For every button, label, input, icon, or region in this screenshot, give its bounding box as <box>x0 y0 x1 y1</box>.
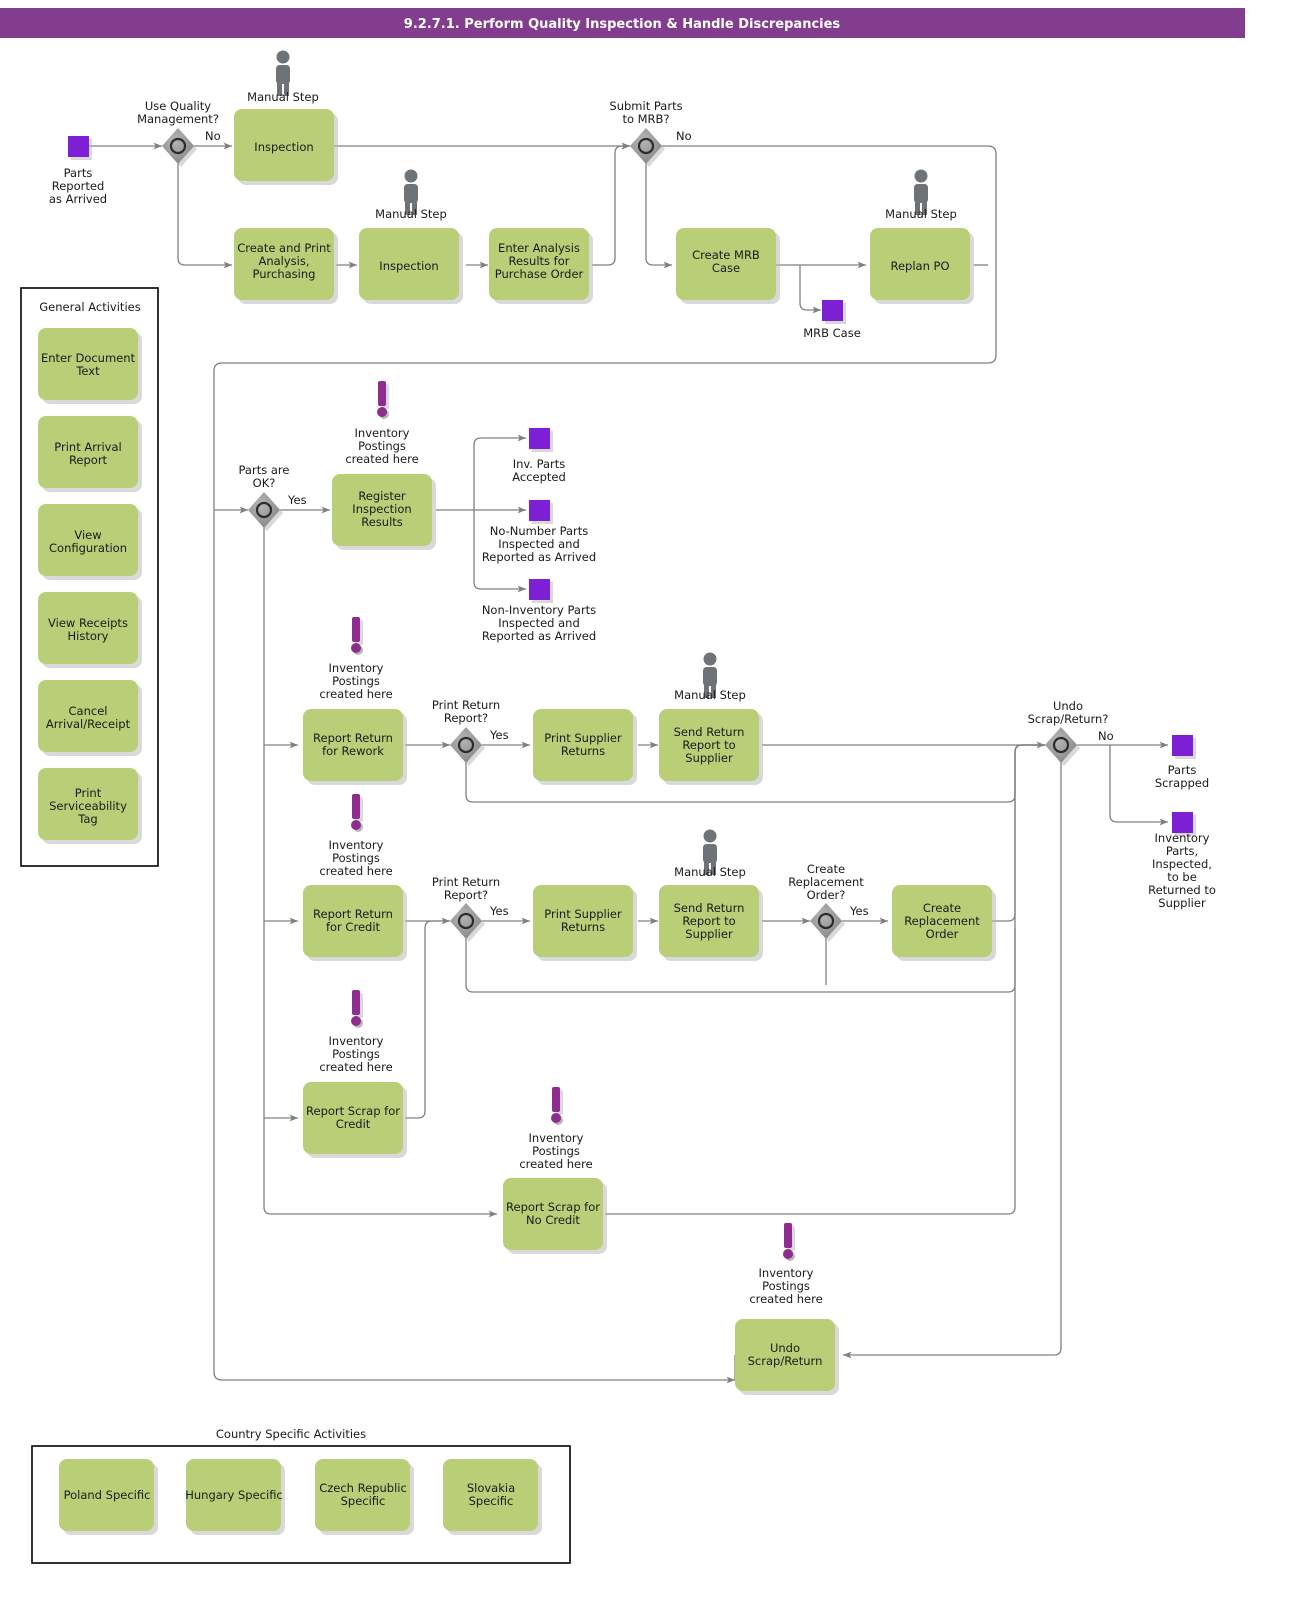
gateway-branch-label: Yes <box>849 904 869 918</box>
title-bar: 9.2.7.1. Perform Quality Inspection & Ha… <box>0 8 1245 38</box>
task-print-supplier-returns-1[interactable]: Print Supplier Returns <box>533 709 637 785</box>
manual-step-actor-icon-2: Manual Step <box>375 169 447 221</box>
task-send-return-report-to-supplier-1[interactable]: Send Return Report to Supplier <box>659 709 763 785</box>
task-report-scrap-for-credit[interactable]: Report Scrap for Credit <box>303 1082 407 1158</box>
task-replan-po[interactable]: Replan PO <box>870 228 974 304</box>
annotation-inventory-postings-4: Inventory Postings created here <box>319 990 393 1074</box>
gateway-label: Use Quality Management? <box>137 99 219 126</box>
task-label: Slovakia Specific <box>467 1481 515 1508</box>
task-report-return-for-rework[interactable]: Report Return for Rework <box>303 709 407 785</box>
task-create-and-print-analysis[interactable]: Create and Print Analysis, Purchasing <box>234 228 338 304</box>
manual-step-label: Manual Step <box>674 865 746 879</box>
task-label: Hungary Specific <box>185 1488 283 1502</box>
event-inv-parts-accepted[interactable]: Inv. Parts Accepted <box>512 428 566 484</box>
diagram-canvas: 9.2.7.1. Perform Quality Inspection & Ha… <box>0 0 1299 1600</box>
annotation-label: Inventory Postings created here <box>319 661 392 701</box>
manual-step-label: Manual Step <box>375 207 447 221</box>
gateway-label: Submit Parts to MRB? <box>609 99 682 126</box>
task-poland-specific[interactable]: Poland Specific <box>59 1459 158 1535</box>
task-cancel-arrival-receipt[interactable]: Cancel Arrival/Receipt <box>38 680 142 756</box>
group-title: General Activities <box>39 300 140 314</box>
event-label: Inv. Parts Accepted <box>512 457 566 484</box>
manual-step-label: Manual Step <box>247 90 319 104</box>
task-create-replacement-order[interactable]: Create Replacement Order <box>892 885 996 961</box>
annotation-inventory-postings-3: Inventory Postings created here <box>319 794 393 878</box>
event-label: No-Number Parts Inspected and Reported as … <box>482 524 596 564</box>
annotation-inventory-postings-5: Inventory Postings created here <box>519 1087 593 1171</box>
task-label: Inspection <box>379 259 438 273</box>
gateway-label: Print Return Report? <box>432 698 500 725</box>
annotation-inventory-postings-2: Inventory Postings created here <box>319 617 393 701</box>
manual-step-actor-icon-3: Manual Step <box>885 169 957 221</box>
annotation-label: Inventory Postings created here <box>749 1266 822 1306</box>
task-report-scrap-for-no-credit[interactable]: Report Scrap for No Credit <box>503 1178 607 1254</box>
gateway-branch-label: Yes <box>489 728 509 742</box>
page-title: 9.2.7.1. Perform Quality Inspection & Ha… <box>404 17 841 32</box>
gateway-branch-label: No <box>205 129 221 143</box>
task-print-arrival-report[interactable]: Print Arrival Report <box>38 416 142 492</box>
task-view-configuration[interactable]: View Configuration <box>38 504 142 580</box>
task-register-inspection-results[interactable]: Register Inspection Results <box>332 474 436 550</box>
task-label: Poland Specific <box>64 1488 151 1502</box>
gateway-label: Print Return Report? <box>432 875 500 902</box>
gateway-branch-label: No <box>1098 729 1114 743</box>
task-hungary-specific[interactable]: Hungary Specific <box>185 1459 285 1535</box>
task-label: Report Return for Rework <box>313 731 393 758</box>
annotation-label: Inventory Postings created here <box>519 1131 592 1171</box>
annotation-inventory-postings-1: Inventory Postings created here <box>345 381 419 466</box>
gateway-create-replacement-order[interactable]: Create Replacement Order? Yes <box>788 862 869 942</box>
annotation-label: Inventory Postings created here <box>345 426 418 466</box>
task-undo-scrap-return[interactable]: Undo Scrap/Return <box>735 1319 839 1395</box>
task-print-supplier-returns-2[interactable]: Print Supplier Returns <box>533 885 637 961</box>
gateway-parts-are-ok[interactable]: Parts are OK? Yes <box>239 463 307 531</box>
task-create-mrb-case[interactable]: Create MRB Case <box>676 228 780 304</box>
manual-step-actor-icon-5: Manual Step <box>674 829 746 879</box>
manual-step-label: Manual Step <box>674 688 746 702</box>
gateway-branch-label: Yes <box>489 904 509 918</box>
task-report-return-for-credit[interactable]: Report Return for Credit <box>303 885 407 961</box>
gateway-label: Undo Scrap/Return? <box>1028 699 1109 726</box>
manual-step-actor-icon-1: Manual Step <box>247 50 319 104</box>
gateway-print-return-report-rework[interactable]: Print Return Report? Yes <box>432 698 509 766</box>
event-parts-scrapped[interactable]: Parts Scrapped <box>1155 735 1209 790</box>
task-inspection-2[interactable]: Inspection <box>359 228 463 304</box>
event-label: Parts Reported as Arrived <box>49 166 107 206</box>
gateway-label: Create Replacement Order? <box>788 862 864 902</box>
task-print-serviceability-tag[interactable]: Print Serviceability Tag <box>38 768 142 844</box>
event-label: Inventory Parts, Inspected, to be Returned t… <box>1148 831 1216 910</box>
gateway-label: Parts are OK? <box>239 463 290 490</box>
group-title: Country Specific Activities <box>216 1427 366 1441</box>
task-view-receipts-history[interactable]: View Receipts History <box>38 592 142 668</box>
manual-step-label: Manual Step <box>885 207 957 221</box>
task-slovakia-specific[interactable]: Slovakia Specific <box>443 1459 542 1535</box>
event-mrb-case[interactable]: MRB Case <box>803 300 861 340</box>
task-inspection-1[interactable]: Inspection <box>234 109 338 185</box>
gateway-use-quality-management[interactable]: Use Quality Management? No <box>137 99 221 167</box>
task-czech-republic-specific[interactable]: Czech Republic Specific <box>315 1459 414 1535</box>
gateway-branch-label: No <box>676 129 692 143</box>
event-label: Non-Inventory Parts Inspected and Reported… <box>482 603 596 643</box>
event-label: Parts Scrapped <box>1155 763 1209 790</box>
task-enter-analysis-results[interactable]: Enter Analysis Results for Purchase Order <box>489 228 593 304</box>
annotation-inventory-postings-6: Inventory Postings created here <box>749 1223 823 1306</box>
task-enter-document-text[interactable]: Enter Document Text <box>38 328 142 404</box>
gateway-branch-label: Yes <box>287 493 307 507</box>
annotation-label: Inventory Postings created here <box>319 838 392 878</box>
task-label: Inspection <box>254 140 313 154</box>
event-label: MRB Case <box>803 326 861 340</box>
annotation-label: Inventory Postings created here <box>319 1034 392 1074</box>
gateway-submit-parts-to-mrb[interactable]: Submit Parts to MRB? No <box>609 99 692 167</box>
event-inventory-parts-to-be-returned[interactable]: Inventory Parts, Inspected, to be Returned t… <box>1148 812 1216 910</box>
task-send-return-report-to-supplier-2[interactable]: Send Return Report to Supplier <box>659 885 763 961</box>
gateway-undo-scrap-return[interactable]: Undo Scrap/Return? No <box>1028 699 1114 766</box>
task-label: Replan PO <box>890 259 949 273</box>
gateway-print-return-report-credit[interactable]: Print Return Report? Yes <box>432 875 509 942</box>
manual-step-actor-icon-4: Manual Step <box>674 652 746 702</box>
